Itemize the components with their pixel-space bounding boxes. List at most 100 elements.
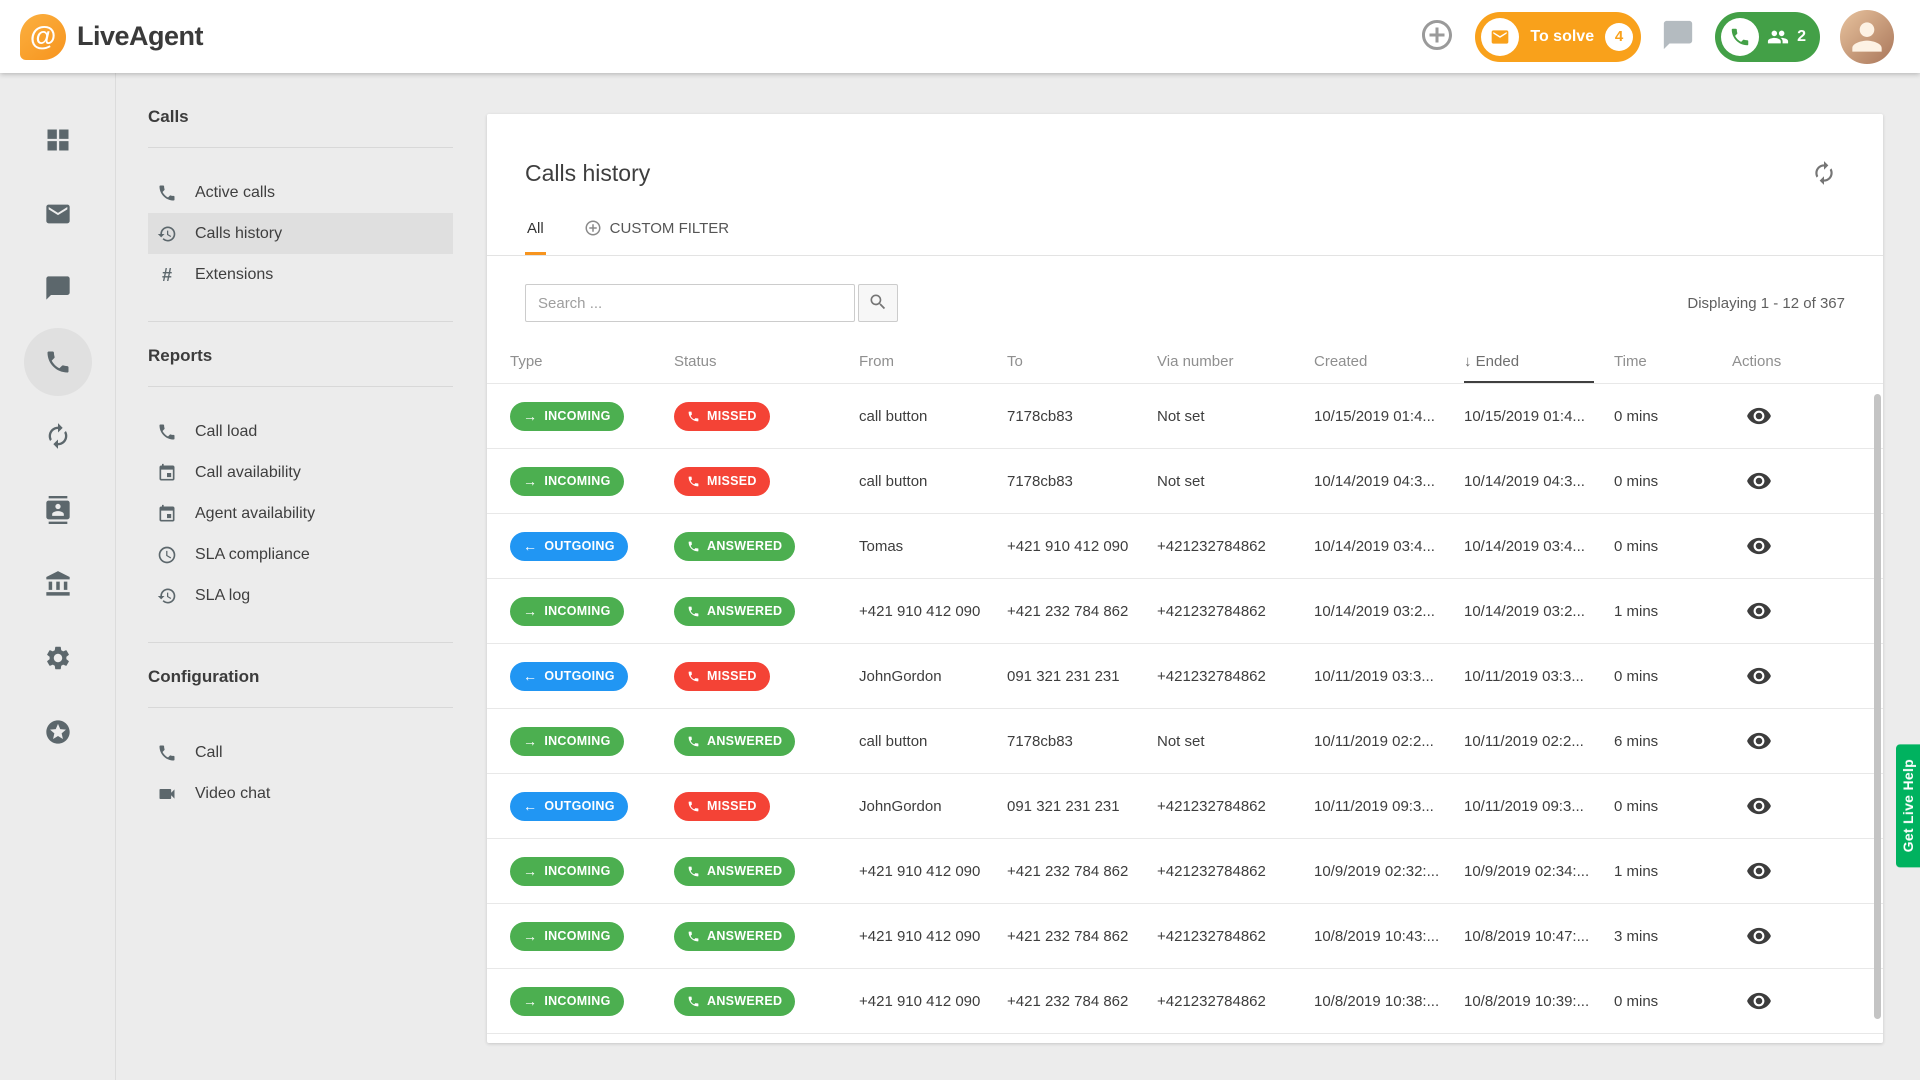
from-cell: JohnGordon [859,668,1007,685]
call-type-badge: →INCOMING [510,597,624,626]
created-cell: 10/15/2019 01:4... [1314,408,1464,425]
column-header-status[interactable]: Status [674,353,859,383]
call-status-badge: MISSED [674,792,770,821]
via-number-cell: +421232784862 [1157,863,1314,880]
section-items: Call Video chat [148,708,453,840]
ended-cell: 10/8/2019 10:39:... [1464,993,1614,1010]
sidebar-item-video-chat[interactable]: Video chat [148,773,453,814]
view-call-button[interactable] [1732,403,1772,429]
actions-cell [1732,858,1883,884]
rail-item-grid[interactable] [24,123,92,157]
chats-button[interactable] [1661,18,1695,55]
created-cell: 10/11/2019 02:2... [1314,733,1464,750]
view-call-button[interactable] [1732,598,1772,624]
view-call-button[interactable] [1732,923,1772,949]
view-call-button[interactable] [1732,468,1772,494]
eye-icon [1746,403,1772,429]
phone-icon [44,348,72,376]
sidebar-item-active-calls[interactable]: Active calls [148,172,453,213]
plus-circle-icon [1419,17,1455,56]
type-cell: →INCOMING [510,987,674,1016]
rail-item-star[interactable] [24,715,92,749]
arrow-left-icon: ← [523,669,537,683]
column-header-actions[interactable]: Actions [1732,353,1883,383]
sidebar-item-sla-compliance[interactable]: SLA compliance [148,534,453,575]
call-status-badge: ANSWERED [674,532,795,561]
time-cell: 1 mins [1614,603,1732,620]
call-status-badge: ANSWERED [674,727,795,756]
rail-item-bank[interactable] [24,567,92,601]
time-cell: 0 mins [1614,538,1732,555]
view-call-button[interactable] [1732,663,1772,689]
column-header-created[interactable]: Created [1314,353,1464,383]
tab-all[interactable]: All [525,219,546,255]
search-group [525,284,898,322]
actions-cell [1732,728,1883,754]
phone-icon [687,735,700,748]
status-cell: MISSED [674,662,859,691]
call-type-badge: →INCOMING [510,402,624,431]
rail-item-chat[interactable] [24,271,92,305]
phone-icon [687,540,700,553]
active-calls-button[interactable]: 2 [1715,12,1820,62]
created-cell: 10/9/2019 02:32:... [1314,863,1464,880]
view-call-button[interactable] [1732,858,1772,884]
status-cell: ANSWERED [674,987,859,1016]
sidebar-section-configuration: Configuration Call Video chat [148,643,453,840]
rail-item-phone[interactable] [24,345,92,379]
ended-cell: 10/15/2019 01:4... [1464,408,1614,425]
via-number-cell: Not set [1157,473,1314,490]
time-cell: 1 mins [1614,863,1732,880]
column-header-time[interactable]: Time [1614,353,1732,383]
to-solve-count-badge: 4 [1605,23,1633,51]
phone-icon [156,422,178,442]
get-live-help-tab[interactable]: Get Live Help [1896,744,1920,867]
sidebar-item-call[interactable]: Call [148,732,453,773]
arrow-right-icon: → [523,409,537,423]
actions-cell [1732,793,1883,819]
call-type-badge: →INCOMING [510,922,624,951]
column-header-from[interactable]: From [859,353,1007,383]
search-input[interactable] [525,284,855,322]
brand-logo[interactable]: @ LiveAgent [20,14,203,60]
sidebar-item-label: SLA compliance [195,546,310,564]
sidebar-item-agent-availability[interactable]: Agent availability [148,493,453,534]
rail-item-gear[interactable] [24,641,92,675]
actions-cell [1732,663,1883,689]
create-new-button[interactable] [1419,17,1455,56]
section-title: Configuration [148,643,453,707]
tab-custom-filter[interactable]: CUSTOM FILTER [582,219,731,255]
column-header-to[interactable]: To [1007,353,1157,383]
rail-item-contacts[interactable] [24,493,92,527]
to-solve-button[interactable]: To solve 4 [1475,12,1641,62]
rail-item-mail[interactable] [24,197,92,231]
sidebar-item-call-load[interactable]: Call load [148,411,453,452]
view-call-button[interactable] [1732,728,1772,754]
column-header-via-number[interactable]: Via number [1157,353,1314,383]
user-avatar[interactable] [1840,10,1894,64]
call-type-badge: ←OUTGOING [510,792,628,821]
from-cell: JohnGordon [859,798,1007,815]
rail-item-refresh[interactable] [24,419,92,453]
sidebar-item-extensions[interactable]: # Extensions [148,254,453,295]
sidebar-item-call-availability[interactable]: Call availability [148,452,453,493]
layout: Calls Active calls Calls history # Exten… [0,73,1920,1080]
search-button[interactable] [858,284,898,322]
refresh-button[interactable] [1811,160,1837,189]
sidebar-item-sla-log[interactable]: SLA log [148,575,453,616]
phone-icon [156,743,178,763]
created-cell: 10/14/2019 04:3... [1314,473,1464,490]
status-cell: ANSWERED [674,597,859,626]
table-scrollbar[interactable] [1874,394,1881,1019]
time-cell: 0 mins [1614,408,1732,425]
view-call-button[interactable] [1732,533,1772,559]
displaying-info: Displaying 1 - 12 of 367 [1687,295,1845,312]
actions-cell [1732,533,1883,559]
column-header-ended[interactable]: ↓ Ended [1464,353,1594,383]
status-cell: MISSED [674,402,859,431]
view-call-button[interactable] [1732,988,1772,1014]
view-call-button[interactable] [1732,793,1772,819]
sidebar-item-calls-history[interactable]: Calls history [148,213,453,254]
column-header-type[interactable]: Type [510,353,674,383]
from-cell: +421 910 412 090 [859,863,1007,880]
